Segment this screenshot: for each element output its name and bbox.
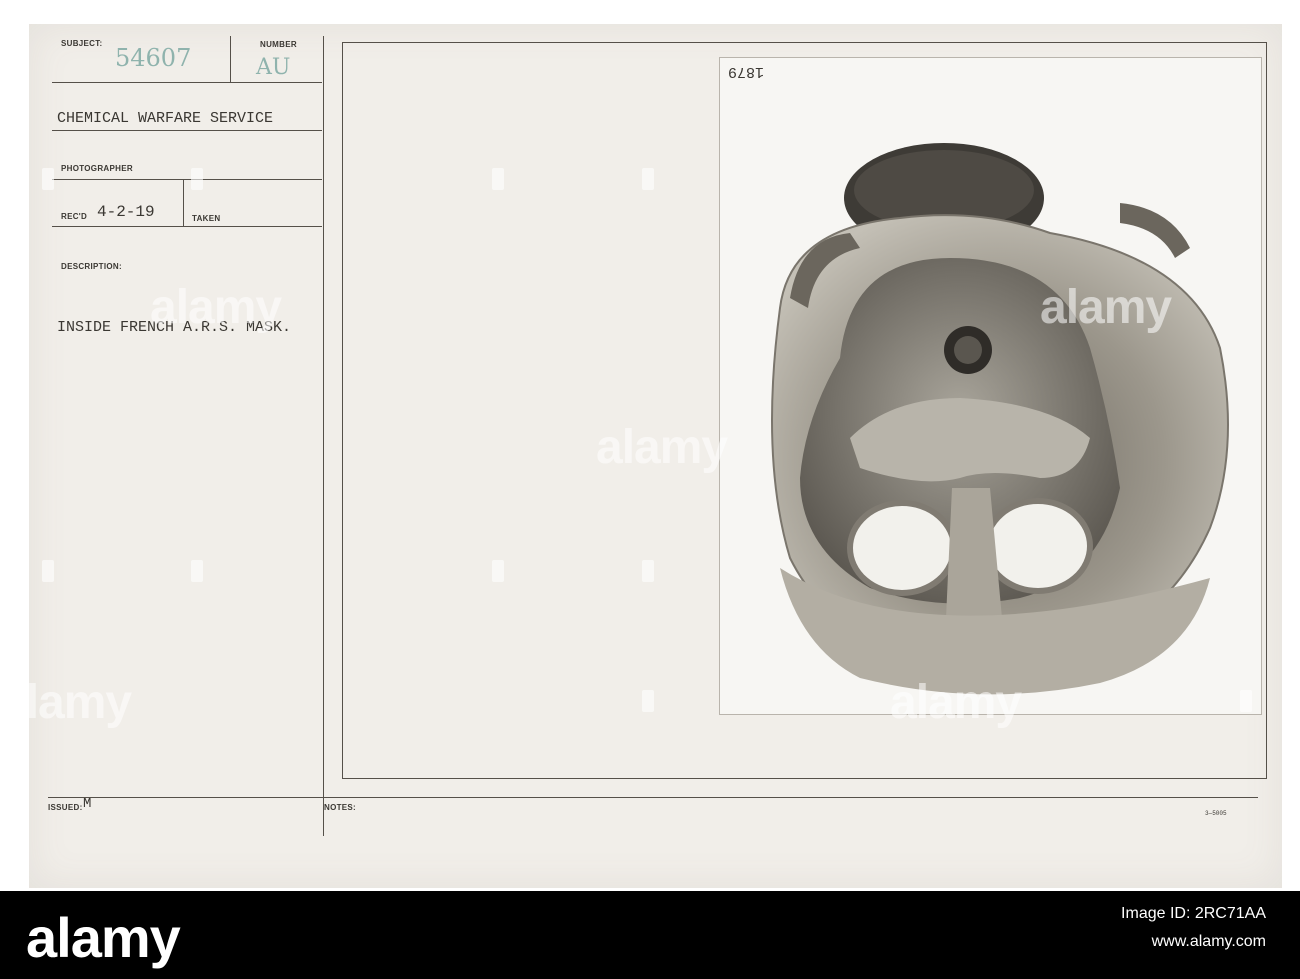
footer-url: www.alamy.com — [1151, 933, 1266, 950]
footer-logo: alamy — [26, 906, 181, 969]
taken-label: TAKEN — [192, 214, 221, 223]
photo-frame-right — [1266, 42, 1267, 779]
notes-label: NOTES: — [324, 803, 357, 812]
photographer-label: PHOTOGRAPHER — [61, 164, 133, 173]
watermark-mark — [642, 168, 654, 190]
subject-number: 54607 — [115, 44, 192, 72]
number-label: NUMBER — [260, 40, 297, 49]
photographer-row-line — [52, 179, 322, 180]
taken-divider — [183, 179, 184, 226]
issued-value: M — [83, 796, 92, 812]
subject-row-line — [52, 82, 322, 83]
recd-date: 4-2-19 — [97, 203, 155, 221]
photo-frame-left — [342, 42, 343, 779]
watermark-mark — [191, 560, 203, 582]
watermark: alamy — [0, 676, 132, 729]
watermark-mark — [1240, 690, 1252, 712]
watermark-mark — [191, 168, 203, 190]
watermark-mark — [642, 690, 654, 712]
photo-frame-top — [342, 42, 1267, 43]
watermark: alamy — [150, 281, 282, 334]
gas-mask-photo — [771, 143, 1229, 695]
watermark: alamy — [596, 421, 728, 474]
mounted-photograph: 1879 — [719, 57, 1262, 715]
watermark-mark — [42, 560, 54, 582]
left-column-divider — [323, 36, 324, 836]
description-label: DESCRIPTION: — [61, 262, 122, 271]
photo-frame-bottom — [342, 778, 1267, 779]
issued-label: ISSUED: — [48, 803, 83, 812]
service-text: CHEMICAL WARFARE SERVICE — [57, 110, 274, 127]
watermark-mark — [42, 168, 54, 190]
footer-band — [0, 891, 1300, 979]
number-divider — [230, 36, 231, 82]
form-code: 3—5005 — [1205, 810, 1227, 817]
subject-label: SUBJECT: — [61, 39, 103, 48]
watermark-mark — [492, 560, 504, 582]
image-id: Image ID: 2RC71AA — [1121, 905, 1266, 922]
watermark: alamy — [1040, 281, 1172, 334]
recd-label: REC'D — [61, 212, 88, 221]
watermark-mark — [642, 560, 654, 582]
footer-info: Image ID: 2RC71AA www.alamy.com — [1121, 900, 1266, 956]
watermark-mark — [492, 168, 504, 190]
number-stamp: AU — [256, 55, 291, 80]
watermark: alamy — [890, 676, 1022, 729]
service-row-line — [52, 130, 322, 131]
notes-line — [48, 797, 1258, 798]
recd-row-line — [52, 226, 322, 227]
